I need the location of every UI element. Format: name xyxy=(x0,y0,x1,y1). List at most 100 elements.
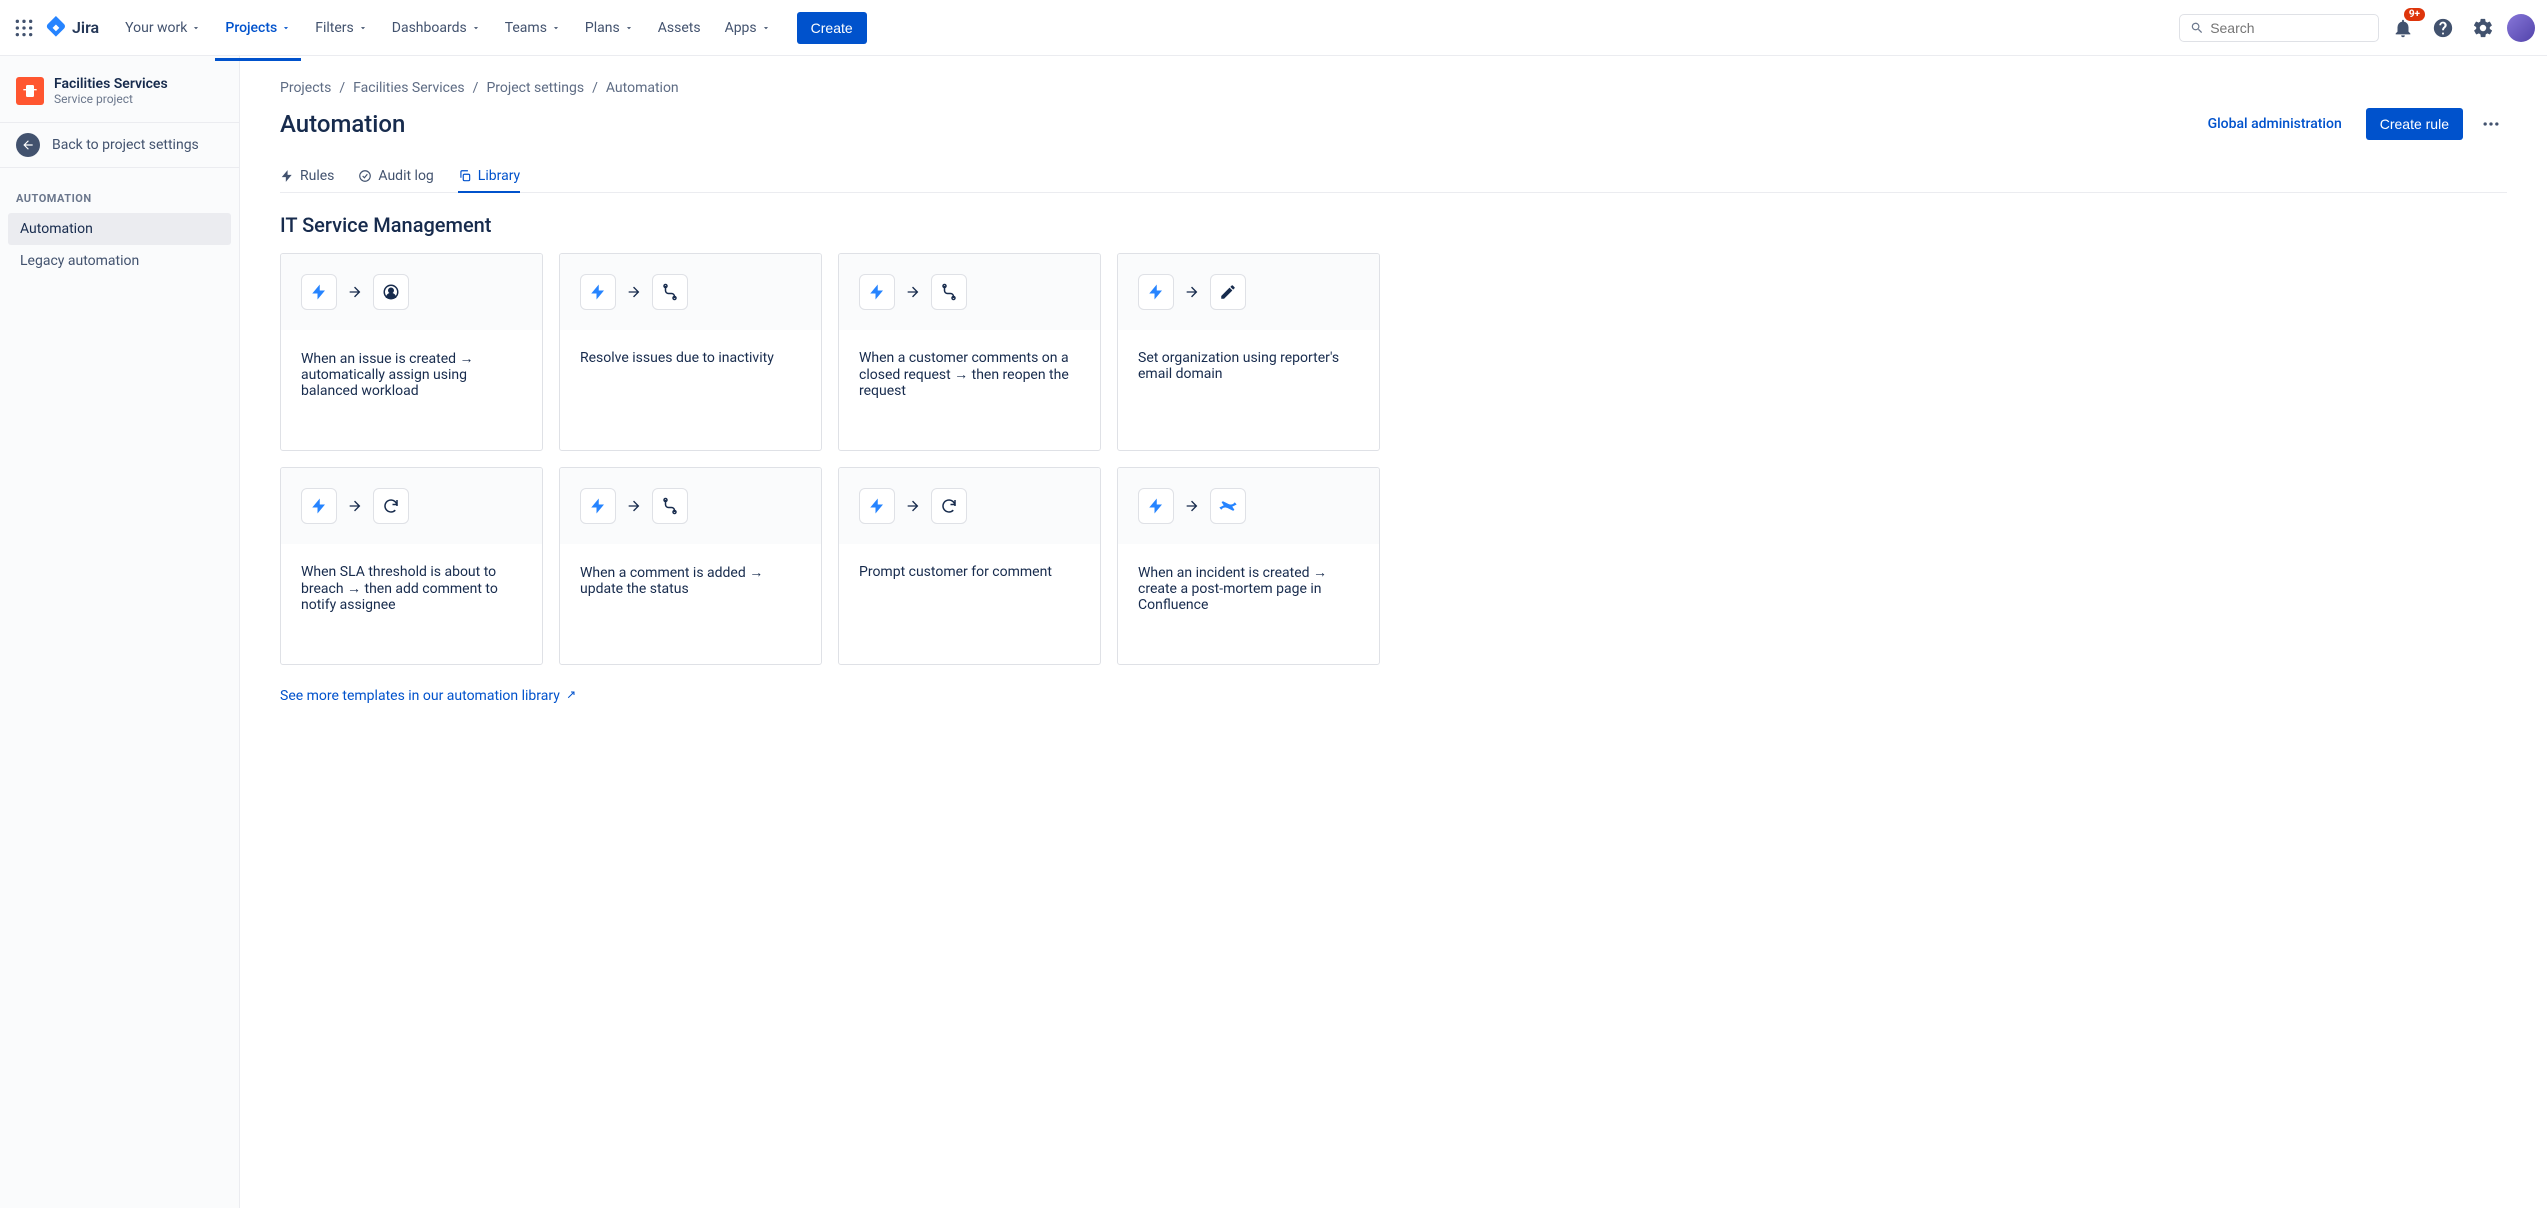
template-card[interactable]: When an issue is created → automatically… xyxy=(280,253,543,451)
action-icon xyxy=(1210,274,1246,310)
section-title: IT Service Management xyxy=(280,213,2507,237)
more-actions-icon[interactable] xyxy=(2475,108,2507,140)
trigger-icon xyxy=(580,488,616,524)
tab-audit-log[interactable]: Audit log xyxy=(358,160,433,192)
nav-plans[interactable]: Plans xyxy=(575,12,644,44)
action-icon xyxy=(652,488,688,524)
action-icon xyxy=(1210,488,1246,524)
trigger-icon xyxy=(1138,488,1174,524)
card-header xyxy=(560,254,821,330)
arrow-icon xyxy=(1184,284,1200,300)
card-header xyxy=(281,468,542,544)
template-card[interactable]: When a customer comments on a closed req… xyxy=(838,253,1101,451)
create-button[interactable]: Create xyxy=(797,12,867,44)
search-input[interactable] xyxy=(2210,20,2368,36)
trigger-icon xyxy=(859,274,895,310)
action-icon xyxy=(373,488,409,524)
card-title: Resolve issues due to inactivity xyxy=(560,330,821,450)
nav-dashboards[interactable]: Dashboards xyxy=(382,12,491,44)
copy-icon xyxy=(458,169,472,183)
card-header xyxy=(281,254,542,330)
arrow-icon xyxy=(347,284,363,300)
tab-rules[interactable]: Rules xyxy=(280,160,334,192)
trigger-icon xyxy=(859,488,895,524)
see-more-templates-link[interactable]: See more templates in our automation lib… xyxy=(280,688,576,704)
card-title: When a customer comments on a closed req… xyxy=(839,330,1100,450)
sidebar-item-automation[interactable]: Automation xyxy=(8,213,231,245)
sidebar-item-legacy[interactable]: Legacy automation xyxy=(8,245,231,277)
settings-icon[interactable] xyxy=(2467,12,2499,44)
template-grid: When an issue is created → automatically… xyxy=(280,253,1380,665)
nav-assets[interactable]: Assets xyxy=(648,12,711,44)
top-navigation: Jira Your work Projects Filters Dashboar… xyxy=(0,0,2547,56)
nav-apps[interactable]: Apps xyxy=(715,12,781,44)
notifications-icon[interactable]: 9+ xyxy=(2387,12,2419,44)
project-type: Service project xyxy=(54,92,168,106)
breadcrumb: Projects / Facilities Services / Project… xyxy=(280,80,2507,96)
action-icon xyxy=(931,488,967,524)
project-icon xyxy=(16,77,44,105)
trigger-icon xyxy=(1138,274,1174,310)
action-icon xyxy=(931,274,967,310)
trigger-icon xyxy=(580,274,616,310)
nav-your-work[interactable]: Your work xyxy=(115,12,211,44)
sidebar: Facilities Services Service project Back… xyxy=(0,56,240,1208)
card-title: Set organization using reporter's email … xyxy=(1118,330,1379,450)
card-title: When a comment is added → update the sta… xyxy=(560,544,821,664)
nav-teams[interactable]: Teams xyxy=(495,12,571,44)
page-title: Automation xyxy=(280,110,405,138)
breadcrumb-settings[interactable]: Project settings xyxy=(486,80,584,96)
nav-projects[interactable]: Projects xyxy=(215,12,301,44)
page-header: Automation Global administration Create … xyxy=(280,108,2507,140)
lightning-icon xyxy=(280,169,294,183)
card-title: When an issue is created → automatically… xyxy=(281,330,542,450)
arrow-icon xyxy=(905,284,921,300)
card-title: Prompt customer for comment xyxy=(839,544,1100,664)
arrow-icon xyxy=(347,498,363,514)
breadcrumb-projects[interactable]: Projects xyxy=(280,80,331,96)
project-name: Facilities Services xyxy=(54,76,168,92)
card-header xyxy=(1118,468,1379,544)
card-header xyxy=(839,468,1100,544)
template-card[interactable]: Set organization using reporter's email … xyxy=(1117,253,1380,451)
tab-library[interactable]: Library xyxy=(458,160,520,192)
action-icon xyxy=(373,274,409,310)
template-card[interactable]: When a comment is added → update the sta… xyxy=(559,467,822,665)
brand-text: Jira xyxy=(72,18,99,37)
arrow-icon xyxy=(626,284,642,300)
search-icon xyxy=(2190,20,2204,36)
template-card[interactable]: Resolve issues due to inactivity xyxy=(559,253,822,451)
trigger-icon xyxy=(301,488,337,524)
help-icon[interactable] xyxy=(2427,12,2459,44)
create-rule-button[interactable]: Create rule xyxy=(2366,108,2463,140)
notification-badge: 9+ xyxy=(2404,8,2425,21)
action-icon xyxy=(652,274,688,310)
template-card[interactable]: When an incident is created → create a p… xyxy=(1117,467,1380,665)
template-card[interactable]: Prompt customer for comment xyxy=(838,467,1101,665)
jira-logo[interactable]: Jira xyxy=(44,16,99,40)
app-switcher-icon[interactable] xyxy=(12,16,36,40)
tabs: Rules Audit log Library xyxy=(280,160,2507,193)
back-arrow-icon xyxy=(16,133,40,157)
card-header xyxy=(560,468,821,544)
arrow-icon xyxy=(1184,498,1200,514)
breadcrumb-automation[interactable]: Automation xyxy=(606,80,679,96)
card-header xyxy=(839,254,1100,330)
search-box[interactable] xyxy=(2179,14,2379,42)
external-link-icon xyxy=(564,690,576,702)
nav-items: Your work Projects Filters Dashboards Te… xyxy=(115,12,867,44)
back-to-settings[interactable]: Back to project settings xyxy=(0,122,239,168)
check-circle-icon xyxy=(358,169,372,183)
project-header: Facilities Services Service project xyxy=(8,76,231,122)
card-title: When SLA threshold is about to breach → … xyxy=(281,544,542,664)
sidebar-section-title: AUTOMATION xyxy=(8,184,231,213)
nav-filters[interactable]: Filters xyxy=(305,12,378,44)
arrow-icon xyxy=(626,498,642,514)
main-content: Projects / Facilities Services / Project… xyxy=(240,56,2547,1208)
template-card[interactable]: When SLA threshold is about to breach → … xyxy=(280,467,543,665)
arrow-icon xyxy=(905,498,921,514)
avatar[interactable] xyxy=(2507,14,2535,42)
global-admin-link[interactable]: Global administration xyxy=(2208,116,2342,132)
breadcrumb-project[interactable]: Facilities Services xyxy=(353,80,465,96)
card-header xyxy=(1118,254,1379,330)
